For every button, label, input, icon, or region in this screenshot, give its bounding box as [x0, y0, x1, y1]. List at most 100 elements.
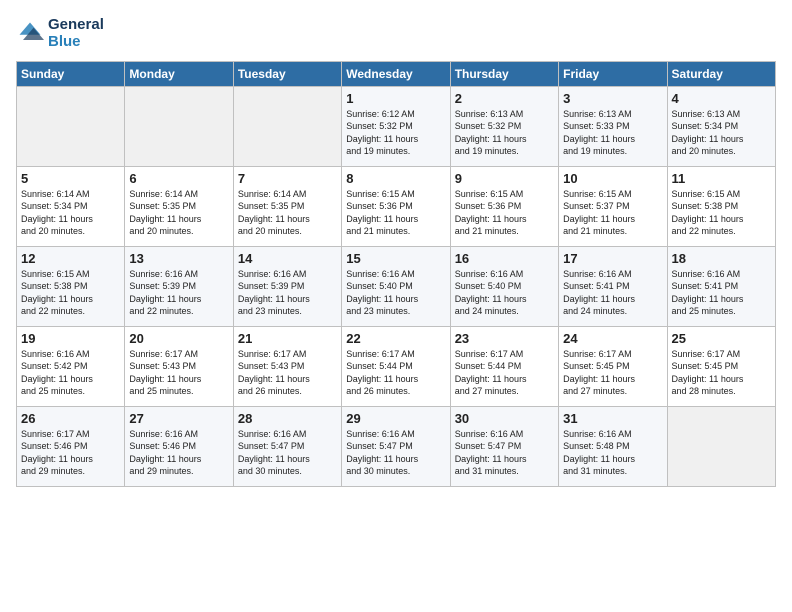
day-number: 5	[21, 171, 120, 186]
day-number: 21	[238, 331, 337, 346]
day-number: 4	[672, 91, 771, 106]
dow-header-wednesday: Wednesday	[342, 61, 450, 86]
calendar-cell: 1 Sunrise: 6:12 AM Sunset: 5:32 PM Daylig…	[342, 86, 450, 166]
dow-header-friday: Friday	[559, 61, 667, 86]
calendar-cell: 15 Sunrise: 6:16 AM Sunset: 5:40 PM Dayli…	[342, 246, 450, 326]
day-info: Sunrise: 6:16 AM Sunset: 5:39 PM Dayligh…	[129, 268, 228, 318]
calendar-cell: 6 Sunrise: 6:14 AM Sunset: 5:35 PM Daylig…	[125, 166, 233, 246]
calendar-cell: 31 Sunrise: 6:16 AM Sunset: 5:48 PM Dayli…	[559, 406, 667, 486]
day-number: 18	[672, 251, 771, 266]
day-number: 8	[346, 171, 445, 186]
page-header: General Blue	[16, 16, 776, 51]
calendar-cell: 23 Sunrise: 6:17 AM Sunset: 5:44 PM Dayli…	[450, 326, 558, 406]
day-info: Sunrise: 6:12 AM Sunset: 5:32 PM Dayligh…	[346, 108, 445, 158]
day-info: Sunrise: 6:14 AM Sunset: 5:34 PM Dayligh…	[21, 188, 120, 238]
day-info: Sunrise: 6:16 AM Sunset: 5:41 PM Dayligh…	[563, 268, 662, 318]
day-number: 13	[129, 251, 228, 266]
day-info: Sunrise: 6:16 AM Sunset: 5:41 PM Dayligh…	[672, 268, 771, 318]
day-number: 26	[21, 411, 120, 426]
calendar-cell: 21 Sunrise: 6:17 AM Sunset: 5:43 PM Dayli…	[233, 326, 341, 406]
calendar-cell: 10 Sunrise: 6:15 AM Sunset: 5:37 PM Dayli…	[559, 166, 667, 246]
calendar-cell	[17, 86, 125, 166]
calendar-cell: 9 Sunrise: 6:15 AM Sunset: 5:36 PM Daylig…	[450, 166, 558, 246]
day-info: Sunrise: 6:14 AM Sunset: 5:35 PM Dayligh…	[129, 188, 228, 238]
calendar-cell: 3 Sunrise: 6:13 AM Sunset: 5:33 PM Daylig…	[559, 86, 667, 166]
calendar-cell: 18 Sunrise: 6:16 AM Sunset: 5:41 PM Dayli…	[667, 246, 775, 326]
calendar-cell: 29 Sunrise: 6:16 AM Sunset: 5:47 PM Dayli…	[342, 406, 450, 486]
day-info: Sunrise: 6:15 AM Sunset: 5:37 PM Dayligh…	[563, 188, 662, 238]
day-info: Sunrise: 6:16 AM Sunset: 5:40 PM Dayligh…	[346, 268, 445, 318]
day-number: 11	[672, 171, 771, 186]
day-number: 15	[346, 251, 445, 266]
day-info: Sunrise: 6:14 AM Sunset: 5:35 PM Dayligh…	[238, 188, 337, 238]
calendar-cell: 13 Sunrise: 6:16 AM Sunset: 5:39 PM Dayli…	[125, 246, 233, 326]
calendar-cell: 2 Sunrise: 6:13 AM Sunset: 5:32 PM Daylig…	[450, 86, 558, 166]
day-number: 17	[563, 251, 662, 266]
calendar-cell: 19 Sunrise: 6:16 AM Sunset: 5:42 PM Dayli…	[17, 326, 125, 406]
day-info: Sunrise: 6:16 AM Sunset: 5:46 PM Dayligh…	[129, 428, 228, 478]
calendar-cell: 4 Sunrise: 6:13 AM Sunset: 5:34 PM Daylig…	[667, 86, 775, 166]
calendar-cell	[125, 86, 233, 166]
calendar-cell: 12 Sunrise: 6:15 AM Sunset: 5:38 PM Dayli…	[17, 246, 125, 326]
day-number: 16	[455, 251, 554, 266]
dow-header-sunday: Sunday	[17, 61, 125, 86]
day-number: 3	[563, 91, 662, 106]
day-number: 7	[238, 171, 337, 186]
day-info: Sunrise: 6:16 AM Sunset: 5:40 PM Dayligh…	[455, 268, 554, 318]
day-number: 2	[455, 91, 554, 106]
day-number: 12	[21, 251, 120, 266]
logo-icon	[16, 19, 44, 47]
calendar-cell: 20Sunrise: 6:17 AM Sunset: 5:43 PM Dayli…	[125, 326, 233, 406]
day-number: 31	[563, 411, 662, 426]
page-container: General Blue SundayMondayTuesdayWednesda…	[0, 0, 792, 495]
day-info: Sunrise: 6:16 AM Sunset: 5:47 PM Dayligh…	[346, 428, 445, 478]
calendar-cell	[233, 86, 341, 166]
day-info: Sunrise: 6:13 AM Sunset: 5:34 PM Dayligh…	[672, 108, 771, 158]
calendar-cell: 25 Sunrise: 6:17 AM Sunset: 5:45 PM Dayli…	[667, 326, 775, 406]
dow-header-tuesday: Tuesday	[233, 61, 341, 86]
day-number: 1	[346, 91, 445, 106]
calendar-cell: 22Sunrise: 6:17 AM Sunset: 5:44 PM Dayli…	[342, 326, 450, 406]
calendar-cell: 17 Sunrise: 6:16 AM Sunset: 5:41 PM Dayli…	[559, 246, 667, 326]
calendar-cell: 8 Sunrise: 6:15 AM Sunset: 5:36 PM Daylig…	[342, 166, 450, 246]
dow-header-monday: Monday	[125, 61, 233, 86]
day-info: Sunrise: 6:16 AM Sunset: 5:47 PM Dayligh…	[455, 428, 554, 478]
day-number: 19	[21, 331, 120, 346]
calendar-cell	[667, 406, 775, 486]
logo-text: General Blue	[48, 16, 104, 51]
day-info: Sunrise: 6:13 AM Sunset: 5:33 PM Dayligh…	[563, 108, 662, 158]
day-info: Sunrise: 6:17 AM Sunset: 5:43 PM Dayligh…	[238, 348, 337, 398]
dow-header-thursday: Thursday	[450, 61, 558, 86]
calendar-cell: 28 Sunrise: 6:16 AM Sunset: 5:47 PM Dayli…	[233, 406, 341, 486]
day-info: Sunrise: 6:15 AM Sunset: 5:38 PM Dayligh…	[21, 268, 120, 318]
day-number: 28	[238, 411, 337, 426]
calendar-cell: 16 Sunrise: 6:16 AM Sunset: 5:40 PM Dayli…	[450, 246, 558, 326]
day-info: Sunrise: 6:17 AM Sunset: 5:43 PM Dayligh…	[129, 348, 228, 398]
calendar-cell: 30 Sunrise: 6:16 AM Sunset: 5:47 PM Dayli…	[450, 406, 558, 486]
day-info: Sunrise: 6:16 AM Sunset: 5:39 PM Dayligh…	[238, 268, 337, 318]
day-number: 10	[563, 171, 662, 186]
day-info: Sunrise: 6:16 AM Sunset: 5:48 PM Dayligh…	[563, 428, 662, 478]
day-info: Sunrise: 6:17 AM Sunset: 5:45 PM Dayligh…	[672, 348, 771, 398]
calendar-cell: 26Sunrise: 6:17 AM Sunset: 5:46 PM Dayli…	[17, 406, 125, 486]
day-info: Sunrise: 6:15 AM Sunset: 5:36 PM Dayligh…	[455, 188, 554, 238]
day-number: 9	[455, 171, 554, 186]
day-info: Sunrise: 6:13 AM Sunset: 5:32 PM Dayligh…	[455, 108, 554, 158]
day-number: 23	[455, 331, 554, 346]
day-info: Sunrise: 6:17 AM Sunset: 5:44 PM Dayligh…	[455, 348, 554, 398]
day-info: Sunrise: 6:15 AM Sunset: 5:36 PM Dayligh…	[346, 188, 445, 238]
day-info: Sunrise: 6:17 AM Sunset: 5:45 PM Dayligh…	[563, 348, 662, 398]
logo: General Blue	[16, 16, 104, 51]
day-info: Sunrise: 6:16 AM Sunset: 5:42 PM Dayligh…	[21, 348, 120, 398]
day-number: 25	[672, 331, 771, 346]
day-number: 6	[129, 171, 228, 186]
day-number: 27	[129, 411, 228, 426]
calendar-cell: 11Sunrise: 6:15 AM Sunset: 5:38 PM Dayli…	[667, 166, 775, 246]
day-number: 29	[346, 411, 445, 426]
day-number: 22	[346, 331, 445, 346]
day-number: 14	[238, 251, 337, 266]
day-number: 30	[455, 411, 554, 426]
day-number: 24	[563, 331, 662, 346]
calendar-table: SundayMondayTuesdayWednesdayThursdayFrid…	[16, 61, 776, 487]
day-info: Sunrise: 6:16 AM Sunset: 5:47 PM Dayligh…	[238, 428, 337, 478]
